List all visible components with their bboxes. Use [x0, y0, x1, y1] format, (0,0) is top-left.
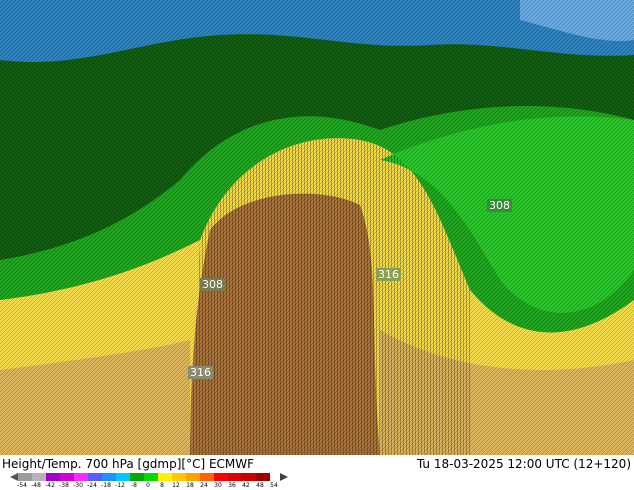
- colorbar-segment: [186, 473, 200, 481]
- weather-map: [0, 0, 634, 455]
- colorbar-tick-label: -30: [73, 482, 83, 489]
- colorbar-tick-label: -12: [115, 482, 125, 489]
- colorbar-segment: [144, 473, 158, 481]
- colorbar-segment: [46, 473, 60, 481]
- colorbar-tick-label: 12: [172, 482, 180, 489]
- colorbar-tick-label: -18: [101, 482, 111, 489]
- contour-label-308-left: 308: [200, 278, 225, 291]
- colorbar-tick-label: 36: [228, 482, 236, 489]
- valid-time: Tu 18-03-2025 12:00 UTC (12+120): [416, 457, 631, 471]
- colorbar-segment: [32, 473, 46, 481]
- colorbar-left-arrow-icon: [10, 473, 18, 481]
- colorbar-segment: [18, 473, 32, 481]
- colorbar-segment: [214, 473, 228, 481]
- colorbar-right-arrow-icon: [280, 473, 288, 481]
- colorbar-segment: [88, 473, 102, 481]
- contour-label-316-mid: 316: [376, 268, 401, 281]
- colorbar-tick-label: -54: [17, 482, 27, 489]
- colorbar-tick-label: 54: [270, 482, 278, 489]
- colorbar-tick-label: 30: [214, 482, 222, 489]
- colorbar-segment: [116, 473, 130, 481]
- colorbar-segment: [256, 473, 270, 481]
- colorbar-tick-label: -8: [131, 482, 137, 489]
- colorbar-segment: [228, 473, 242, 481]
- contour-label-308-right: 308: [487, 199, 512, 212]
- colorbar-tick-label: 24: [200, 482, 208, 489]
- colorbar-segment: [60, 473, 74, 481]
- colorbar-segment: [130, 473, 144, 481]
- colorbar-tick-label: -42: [45, 482, 55, 489]
- colorbar-tick-label: 48: [256, 482, 264, 489]
- map-footer: Height/Temp. 700 hPa [gdmp][°C] ECMWF Tu…: [0, 455, 634, 490]
- colorbar-segment: [172, 473, 186, 481]
- colorbar-tick-label: 8: [160, 482, 164, 489]
- contour-label-316-left: 316: [188, 366, 213, 379]
- colorbar-segment: [242, 473, 256, 481]
- colorbar-segment: [102, 473, 116, 481]
- colorbar-tick-label: 0: [146, 482, 150, 489]
- map-title: Height/Temp. 700 hPa [gdmp][°C] ECMWF: [2, 457, 255, 471]
- colorbar-segment: [200, 473, 214, 481]
- colorbar-tick-label: 42: [242, 482, 250, 489]
- colorbar-segment: [74, 473, 88, 481]
- colorbar: [18, 473, 270, 481]
- colorbar-segment: [158, 473, 172, 481]
- colorbar-tick-label: 18: [186, 482, 194, 489]
- colorbar-tick-label: -48: [31, 482, 41, 489]
- colorbar-tick-label: -24: [87, 482, 97, 489]
- colorbar-tick-label: -38: [59, 482, 69, 489]
